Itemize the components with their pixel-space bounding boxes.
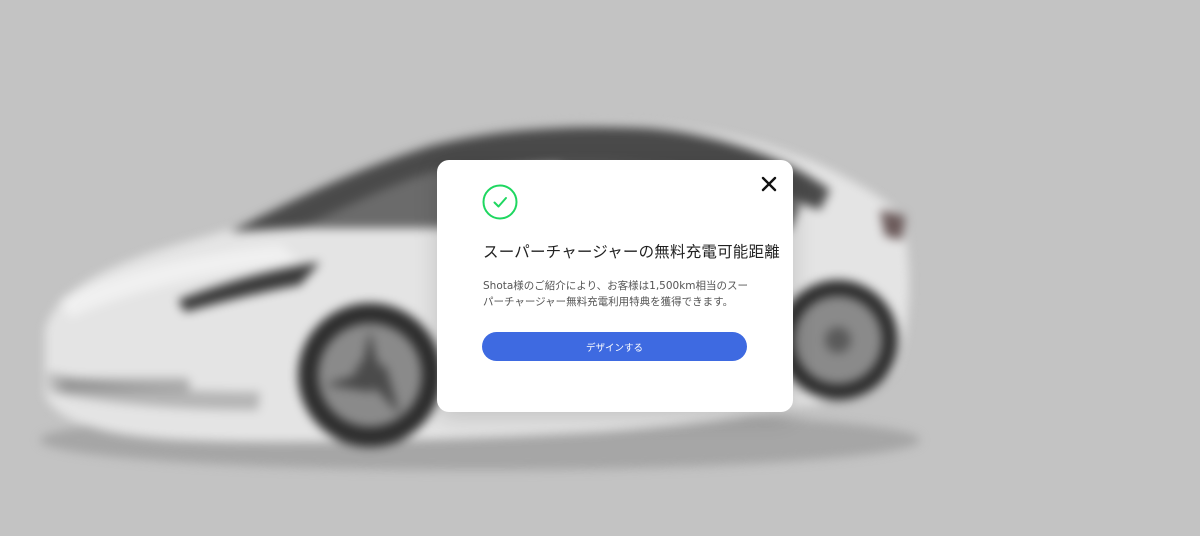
referral-modal: スーパーチャージャーの無料充電可能距離 Shota様のご紹介により、お客様は1,… — [437, 160, 793, 412]
design-button[interactable]: デザインする — [482, 332, 747, 361]
modal-description: Shota様のご紹介により、お客様は1,500km相当のスーパーチャージャー無料… — [483, 280, 749, 308]
close-icon[interactable] — [759, 174, 779, 194]
check-circle-icon — [482, 184, 518, 220]
modal-title: スーパーチャージャーの無料充電可能距離 — [483, 243, 780, 261]
